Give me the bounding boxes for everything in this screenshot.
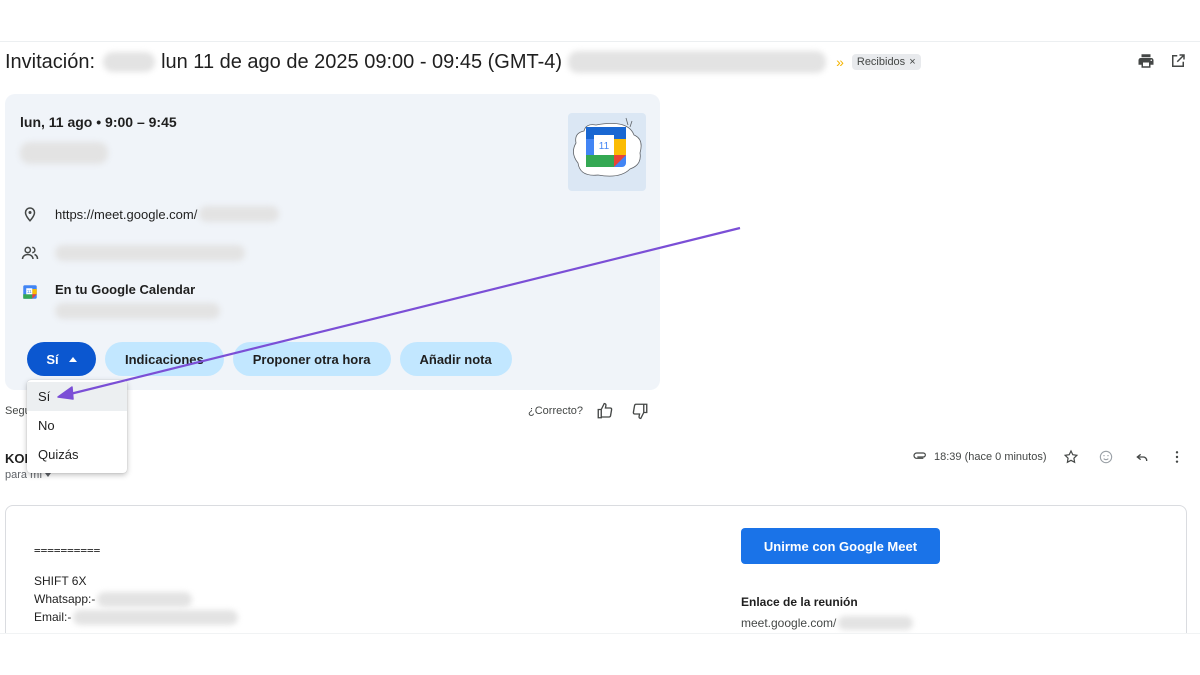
- top-divider: [0, 41, 1200, 42]
- body-shift: SHIFT 6X: [34, 574, 87, 588]
- redacted-phone: [97, 591, 193, 607]
- calendar-label: En tu Google Calendar: [55, 282, 196, 297]
- redacted-name: [103, 52, 156, 72]
- body-text: ========== SHIFT 6X Whatsapp:- Email:-: [34, 542, 239, 626]
- bottom-area: [0, 633, 1200, 675]
- message-time: 18:39 (hace 0 minutos): [934, 451, 1047, 463]
- open-in-new-window-icon[interactable]: [1169, 52, 1187, 70]
- directions-button[interactable]: Indicaciones: [105, 342, 224, 376]
- google-calendar-small-icon: 11: [20, 282, 40, 302]
- rsvp-current-label: Sí: [46, 351, 59, 367]
- body-whatsapp-line: Whatsapp:-: [34, 590, 238, 608]
- join-google-meet-button[interactable]: Unirme con Google Meet: [741, 528, 940, 564]
- label-chip-text: Recibidos: [856, 56, 906, 68]
- calendar-day-number: 11: [599, 141, 610, 152]
- email-subject: Invitación: lun 11 de ago de 2025 09:00 …: [5, 48, 921, 76]
- add-note-button[interactable]: Añadir nota: [399, 342, 512, 376]
- star-icon[interactable]: [1063, 449, 1081, 467]
- svg-text:11: 11: [27, 289, 32, 294]
- rsvp-option-yes[interactable]: Sí: [27, 382, 127, 411]
- more-options-icon[interactable]: [1169, 449, 1187, 467]
- chevron-down-icon: [45, 473, 52, 477]
- message-meta: 18:39 (hace 0 minutos): [912, 449, 1047, 465]
- print-icon[interactable]: [1137, 52, 1155, 70]
- redacted-event-name: [20, 142, 108, 164]
- importance-marker-icon[interactable]: »: [836, 54, 844, 70]
- emoji-reaction-icon[interactable]: [1098, 449, 1116, 467]
- subject-datetime: lun 11 de ago de 2025 09:00 - 09:45 (GMT…: [161, 50, 563, 73]
- body-email-line: Email:-: [34, 608, 239, 626]
- caret-up-icon: [68, 356, 77, 362]
- people-icon: [20, 243, 40, 263]
- attachment-icon: [913, 452, 926, 459]
- remove-label-icon[interactable]: ×: [909, 56, 915, 68]
- meeting-link-heading: Enlace de la reunión: [741, 595, 858, 609]
- propose-new-time-button[interactable]: Proponer otra hora: [232, 342, 391, 376]
- calendar-row: 11 En tu Google Calendar: [20, 282, 220, 319]
- meeting-link-text: meet.google.com/: [741, 616, 837, 630]
- redacted-email: [73, 609, 239, 625]
- thumbs-up-icon[interactable]: [596, 402, 616, 422]
- rsvp-menu: Sí No Quizás: [27, 380, 127, 473]
- rsvp-option-no[interactable]: No: [27, 411, 127, 440]
- event-time: lun, 11 ago • 9:00 – 9:45: [20, 114, 177, 130]
- google-calendar-logo-icon: 11: [568, 113, 646, 191]
- redacted-link: [199, 206, 280, 222]
- reply-icon[interactable]: [1134, 449, 1152, 467]
- redacted-text: [568, 51, 827, 73]
- whatsapp-label: Whatsapp:-: [34, 592, 96, 606]
- thumbs-down-icon[interactable]: [631, 402, 651, 422]
- rsvp-actions: Sí Indicaciones Proponer otra hora Añadi…: [27, 342, 512, 376]
- redacted-guests: [55, 245, 245, 261]
- email-label: Email:-: [34, 610, 72, 624]
- label-chip-inbox[interactable]: Recibidos ×: [851, 54, 921, 70]
- feedback-question: ¿Correcto?: [528, 405, 584, 417]
- redacted-calendar: [55, 303, 220, 319]
- invite-card: lun, 11 ago • 9:00 – 9:45 11 https://mee…: [5, 94, 660, 390]
- subject-prefix: Invitación:: [5, 50, 96, 73]
- rsvp-option-maybe[interactable]: Quizás: [27, 440, 127, 469]
- location-row: https://meet.google.com/: [20, 204, 280, 224]
- rsvp-dropdown-button[interactable]: Sí: [27, 342, 96, 376]
- meet-link[interactable]: https://meet.google.com/: [55, 207, 197, 222]
- redacted-meet-code: [838, 616, 914, 630]
- location-pin-icon: [20, 204, 40, 224]
- body-separator: ==========: [34, 544, 101, 557]
- guests-row: [20, 243, 245, 263]
- meeting-link[interactable]: meet.google.com/: [741, 616, 914, 630]
